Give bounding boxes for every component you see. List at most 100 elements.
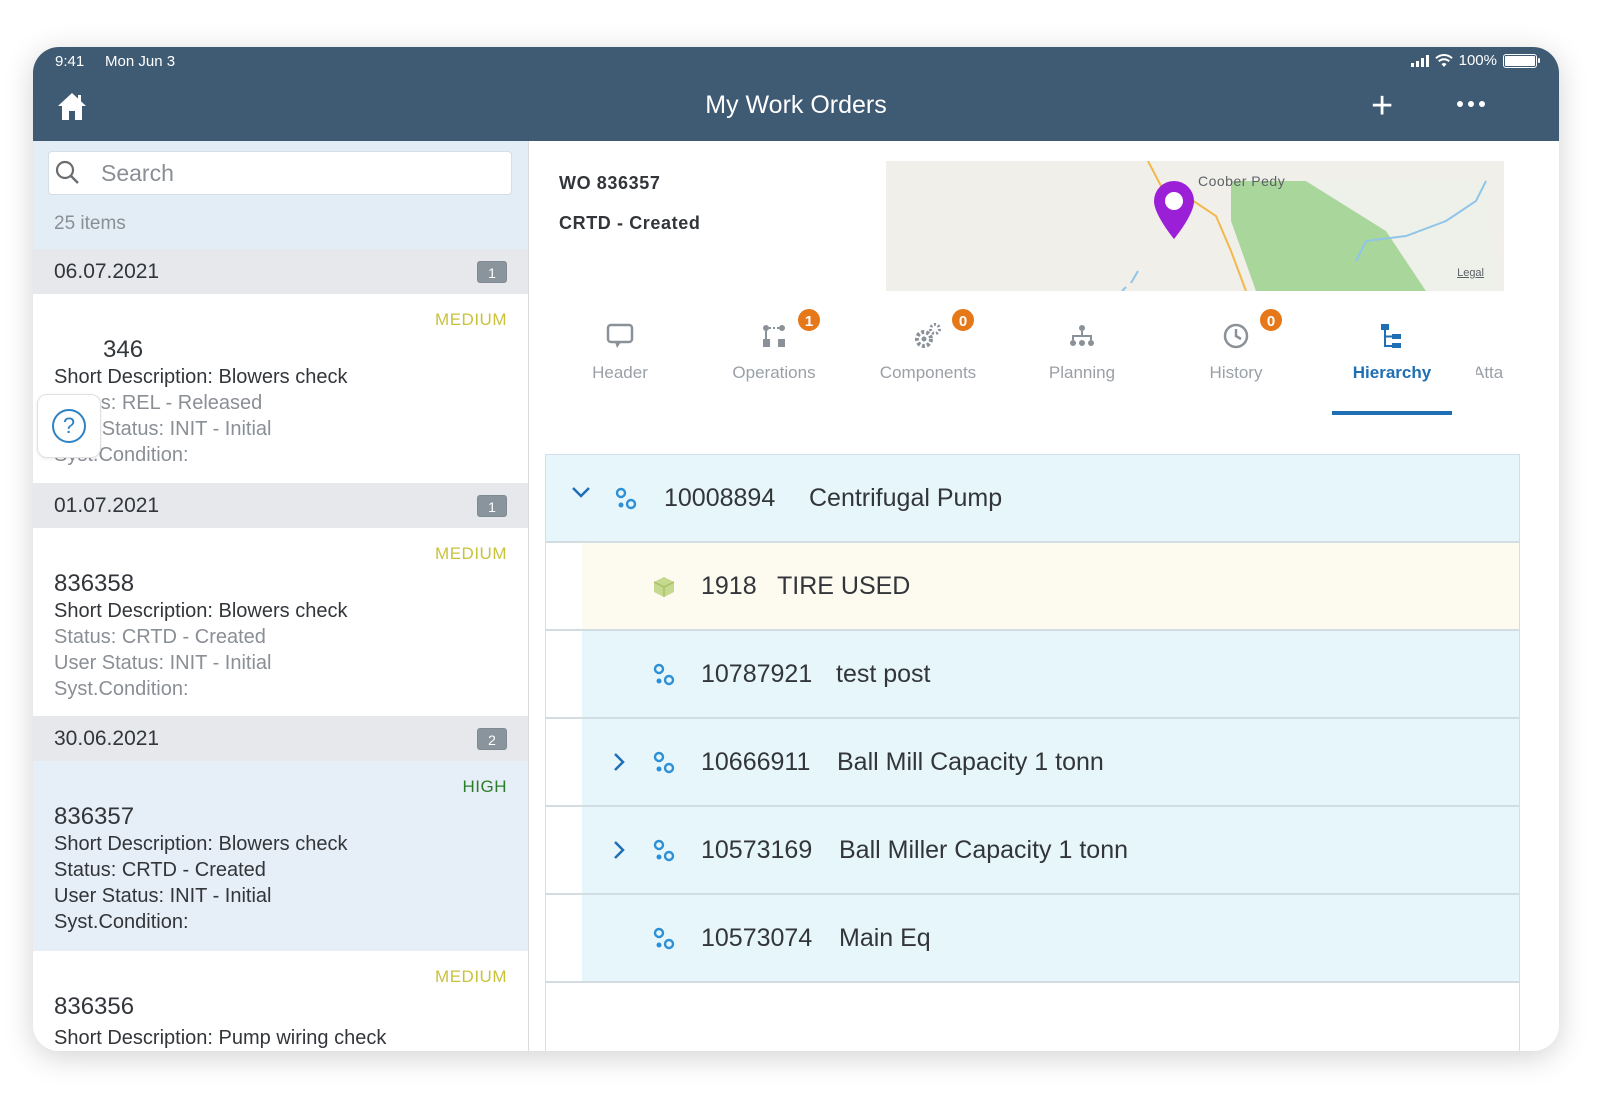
- material-name: TIRE USED: [777, 571, 911, 600]
- search-placeholder: Search: [101, 159, 174, 186]
- hierarchy-row[interactable]: 10787921 test post: [546, 631, 1519, 719]
- work-order-detail: WO 836357 CRTD - Created Coober Pedy Leg…: [530, 141, 1559, 1051]
- components-count-badge: 0: [950, 307, 976, 333]
- map-graphic: [886, 161, 1504, 291]
- row-indent: [546, 543, 582, 629]
- hierarchy-list: 10008894 Centrifugal Pump 1918 TIRE USED…: [545, 454, 1520, 1051]
- group-count-badge: 1: [477, 494, 507, 517]
- group-count-badge: 1: [477, 260, 507, 283]
- tab-hierarchy[interactable]: Hierarchy: [1322, 291, 1462, 417]
- equipment-name: Main Eq: [839, 923, 931, 952]
- hierarchy-row[interactable]: 10666911 Ball Mill Capacity 1 tonn: [546, 719, 1519, 807]
- group-count-badge: 2: [477, 727, 507, 750]
- list-item[interactable]: MEDIUM 346 Short Description: Blowers ch…: [33, 294, 528, 482]
- equipment-icon: [653, 663, 675, 686]
- equipment-id: 10666911: [701, 747, 811, 776]
- search-input[interactable]: Search: [48, 151, 512, 195]
- tab-label: Atta: [1476, 363, 1504, 382]
- equipment-icon: [653, 751, 675, 774]
- hierarchy-row[interactable]: 10008894 Centrifugal Pump: [546, 455, 1519, 543]
- priority-label: MEDIUM: [435, 967, 507, 986]
- tab-attachments[interactable]: Atta: [1476, 291, 1559, 417]
- row-indent: [546, 719, 582, 805]
- order-description: Short Description: Blowers check: [54, 833, 348, 855]
- more-button[interactable]: [1457, 101, 1485, 107]
- history-icon: [1223, 323, 1249, 349]
- chevron-down-icon[interactable]: [570, 481, 592, 509]
- tab-history[interactable]: 0 History: [1166, 291, 1306, 417]
- chevron-right-icon[interactable]: [608, 751, 630, 779]
- comment-icon: [606, 323, 634, 348]
- priority-label: MEDIUM: [435, 544, 507, 563]
- priority-label: MEDIUM: [435, 310, 507, 329]
- row-indent: [546, 631, 582, 717]
- status-date: Mon Jun 3: [105, 53, 176, 70]
- hierarchy-row[interactable]: 10573169 Ball Miller Capacity 1 tonn: [546, 807, 1519, 895]
- hierarchy-row[interactable]: 1918 TIRE USED: [546, 543, 1519, 631]
- tab-label: Header: [592, 363, 648, 382]
- tab-planning[interactable]: Planning: [1012, 291, 1152, 417]
- date-group-header: 30.06.2021 2: [33, 716, 528, 761]
- help-button[interactable]: ?: [37, 394, 101, 458]
- active-tab-indicator: [1332, 411, 1452, 415]
- location-map[interactable]: Coober Pedy Legal: [886, 161, 1504, 291]
- gears-icon: [915, 323, 941, 348]
- order-user-status: User Status: INIT - Initial: [54, 652, 272, 674]
- equipment-id: 10787921: [701, 659, 813, 688]
- wifi-icon: [1434, 53, 1453, 67]
- search-area: Search 25 items: [33, 141, 528, 249]
- tab-label: Components: [879, 363, 977, 382]
- status-bar: 9:41 Mon Jun 3 100%: [33, 47, 1559, 77]
- material-cube-icon: [653, 577, 675, 597]
- order-user-status: User Status: INIT - Initial: [54, 885, 272, 907]
- top-bar: 9:41 Mon Jun 3 100% My Work Orders +: [33, 47, 1559, 141]
- group-date: 30.06.2021: [54, 726, 160, 750]
- order-syst-condition: Syst.Condition:: [54, 678, 189, 700]
- list-item[interactable]: MEDIUM 836358 Short Description: Blowers…: [33, 528, 528, 716]
- help-icon: ?: [52, 409, 86, 443]
- equipment-id: 10573169: [701, 835, 813, 864]
- material-id: 1918: [701, 571, 757, 600]
- status-time: 9:41: [55, 53, 85, 70]
- group-date: 06.07.2021: [54, 259, 160, 283]
- battery-icon: [1503, 53, 1540, 68]
- work-order-status: CRTD - Created: [559, 213, 701, 233]
- order-syst-condition: Syst.Condition:: [54, 911, 189, 933]
- operations-icon: [763, 325, 785, 347]
- equipment-icon: [615, 487, 637, 510]
- map-legal-link[interactable]: Legal: [1457, 267, 1484, 279]
- equipment-id: 10008894: [664, 483, 776, 512]
- tab-label: Hierarchy: [1352, 363, 1432, 382]
- order-status: Status: CRTD - Created: [54, 859, 266, 881]
- tablet-screen: 9:41 Mon Jun 3 100% My Work Orders + Sea…: [33, 47, 1559, 1051]
- equipment-icon: [653, 927, 675, 950]
- order-description: Short Description: Blowers check: [54, 600, 348, 622]
- hierarchy-row[interactable]: 10573074 Main Eq: [546, 895, 1519, 983]
- page-title: My Work Orders: [705, 91, 887, 119]
- order-status: Status: CRTD - Created: [54, 626, 266, 648]
- add-button[interactable]: +: [1371, 87, 1393, 125]
- priority-label: HIGH: [462, 777, 507, 796]
- signal-icon: [1410, 54, 1429, 67]
- tab-label: Operations: [732, 363, 816, 382]
- list-item[interactable]: MEDIUM 836356 Short Description: Pump wi…: [33, 951, 528, 1051]
- tab-header[interactable]: Header: [550, 291, 690, 417]
- tab-label: Planning: [1048, 363, 1116, 382]
- list-item-selected[interactable]: HIGH 836357 Short Description: Blowers c…: [33, 761, 528, 951]
- group-date: 01.07.2021: [54, 493, 160, 517]
- equipment-id: 10573074: [701, 923, 813, 952]
- work-order-list: Search 25 items 06.07.2021 1 MEDIUM 346 …: [33, 141, 529, 1051]
- hierarchy-icon: [1381, 324, 1401, 348]
- row-indent: [546, 807, 582, 893]
- tab-label: History: [1209, 363, 1263, 382]
- work-order-id: WO 836357: [559, 173, 661, 193]
- battery-percent: 100%: [1458, 52, 1497, 69]
- chevron-right-icon[interactable]: [608, 839, 630, 867]
- equipment-name: test post: [836, 659, 931, 688]
- equipment-name: Ball Miller Capacity 1 tonn: [839, 835, 1129, 864]
- tab-components[interactable]: 0 Components: [858, 291, 998, 417]
- tab-operations[interactable]: 1 Operations: [704, 291, 844, 417]
- equipment-icon: [653, 839, 675, 862]
- order-description: Short Description: Blowers check: [54, 366, 348, 388]
- date-group-header: 01.07.2021 1: [33, 483, 528, 528]
